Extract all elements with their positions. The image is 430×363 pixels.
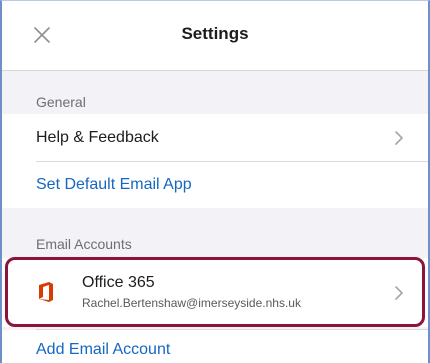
- section-label-general: General: [36, 94, 86, 110]
- chevron-right-icon: [395, 286, 403, 300]
- page-title: Settings: [181, 24, 249, 43]
- add-email-account-row[interactable]: Add Email Account: [2, 330, 428, 363]
- office-365-icon: [39, 282, 53, 302]
- settings-screen: Settings General Help & Feedback Set Def…: [0, 0, 430, 363]
- account-name: Office 365: [82, 274, 155, 291]
- help-feedback-row[interactable]: Help & Feedback: [2, 114, 428, 161]
- account-email: Rachel.Bertenshaw@imerseyside.nhs.uk: [82, 296, 301, 310]
- set-default-email-row[interactable]: Set Default Email App: [2, 162, 428, 208]
- set-default-email-link[interactable]: Set Default Email App: [36, 176, 192, 194]
- settings-header: Settings: [2, 1, 428, 71]
- account-row-office365[interactable]: Office 365 Rachel.Bertenshaw@imerseyside…: [2, 258, 428, 327]
- add-email-account-link[interactable]: Add Email Account: [36, 341, 170, 359]
- help-feedback-label: Help & Feedback: [36, 129, 159, 146]
- section-label-email-accounts: Email Accounts: [36, 236, 132, 252]
- general-group: Help & Feedback Set Default Email App: [2, 114, 428, 208]
- chevron-right-icon: [395, 131, 403, 145]
